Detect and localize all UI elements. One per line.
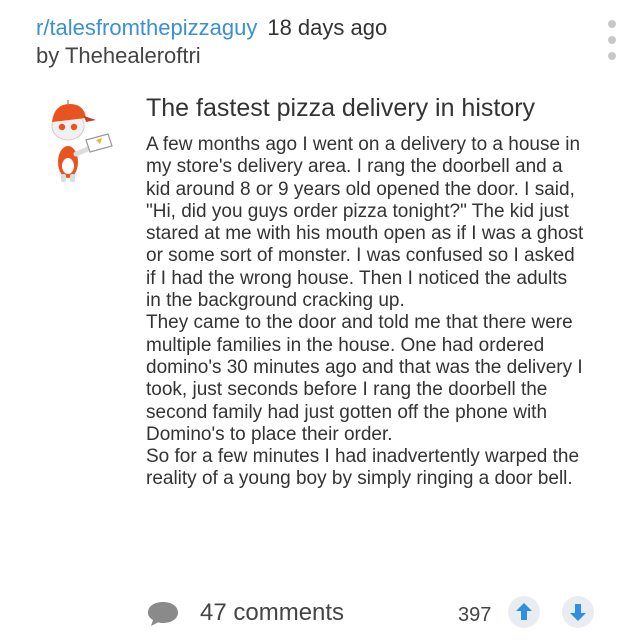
post-paragraph: They came to the door and told me that t… xyxy=(146,312,583,445)
post-age: 18 days ago xyxy=(267,15,388,40)
post-paragraph: So for a few minutes I had inadvertently… xyxy=(146,446,580,490)
upvote-arrow-icon xyxy=(516,603,532,620)
post-body: A few months ago I went on a delivery to… xyxy=(146,134,586,491)
downvote-button[interactable] xyxy=(562,596,594,628)
post-header: r/talesfromthepizzaguy 18 days ago by The… xyxy=(36,14,596,70)
post-paragraph: A few months ago I went on a delivery to… xyxy=(146,134,584,312)
downvote-arrow-icon xyxy=(570,604,586,621)
comments-count[interactable]: 47 comments xyxy=(200,598,344,628)
post-footer: 47 comments 397 xyxy=(0,590,632,634)
post-meta: r/talesfromthepizzaguy 18 days ago xyxy=(36,14,596,42)
post-title[interactable]: The fastest pizza delivery in history xyxy=(146,92,586,124)
post-score: 397 xyxy=(458,604,492,626)
post-author[interactable]: by Thehealeroftri xyxy=(36,42,596,70)
comment-bubble-icon[interactable] xyxy=(146,600,180,628)
pizza-mascot-icon[interactable] xyxy=(44,96,116,182)
post-content: The fastest pizza delivery in history A … xyxy=(146,92,586,491)
more-options-icon[interactable] xyxy=(606,20,618,60)
upvote-button[interactable] xyxy=(508,596,540,628)
subreddit-link[interactable]: r/talesfromthepizzaguy xyxy=(36,15,257,40)
